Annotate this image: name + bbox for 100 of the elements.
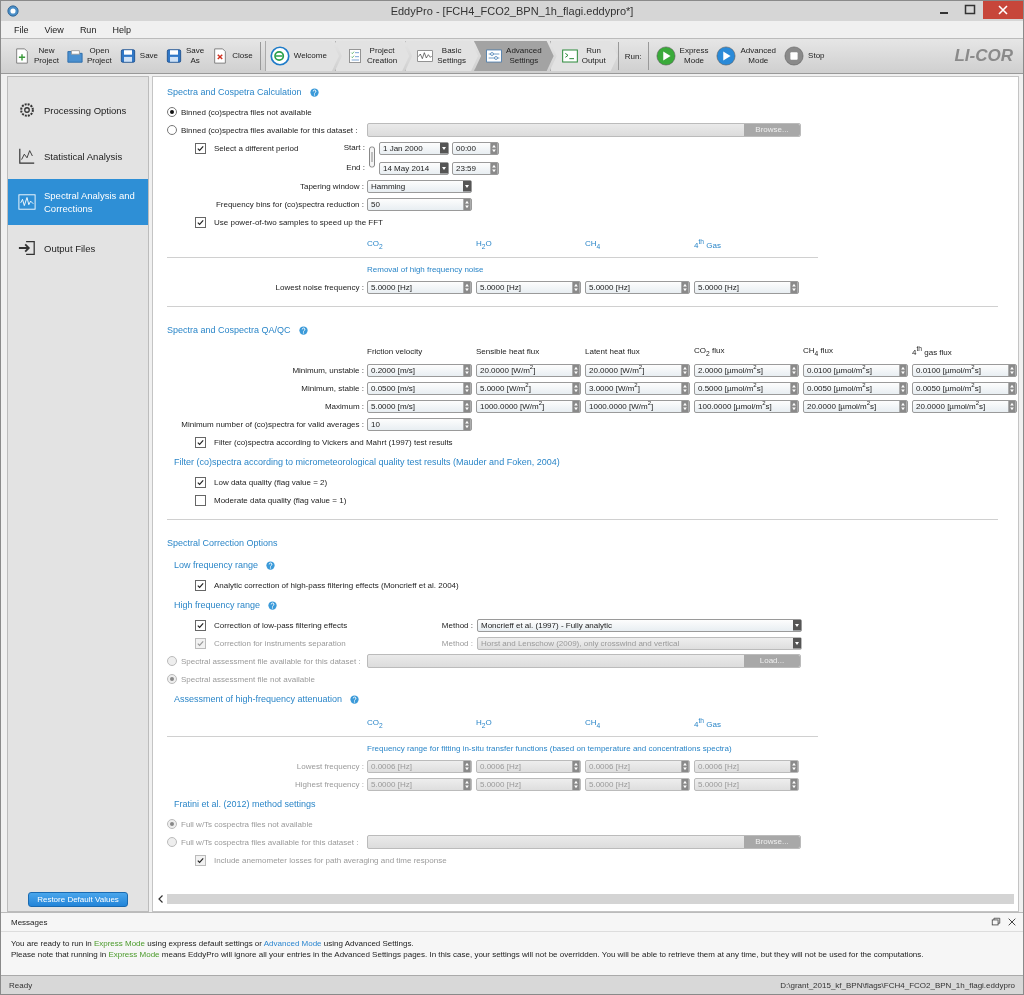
field-label: Lowest frequency : xyxy=(295,761,365,771)
checkbox-label: Analytic correction of high-pass filtering effects (Moncrieff et al. 2004) xyxy=(214,580,459,590)
horizontal-scrollbar[interactable] xyxy=(157,893,1014,905)
step-tab[interactable]: Run Output xyxy=(549,41,618,71)
menu-item[interactable]: File xyxy=(7,24,36,35)
radio-label: Binned (co)spectra files not available xyxy=(181,107,312,117)
checkbox[interactable] xyxy=(195,579,206,591)
field-label: Minimum, stable : xyxy=(300,383,365,393)
column-heading: 4$^{th}$ Gas xyxy=(694,238,722,250)
help-icon[interactable] xyxy=(309,87,319,97)
step-tab[interactable]: Welcome xyxy=(264,41,339,71)
step-tab[interactable]: Basic Settings xyxy=(405,41,479,71)
toolbar-button[interactable]: Save xyxy=(116,41,162,71)
toolbar-button[interactable]: Express Mode xyxy=(652,41,712,71)
time-spinbox[interactable]: 23:59 xyxy=(452,161,499,175)
close-icon[interactable] xyxy=(1007,917,1017,927)
checkbox[interactable] xyxy=(195,494,206,506)
spinbox[interactable]: 0.0100 [µmol/m$^{2}$s] xyxy=(803,363,908,377)
spinbox[interactable]: 0.0500 [m/s] xyxy=(367,381,472,395)
date-dropdown[interactable]: 1 Jan 2000 xyxy=(379,141,449,155)
link-bracket-icon[interactable] xyxy=(369,143,375,171)
radio-button[interactable] xyxy=(167,125,177,135)
spinbox[interactable]: 5.0000 [Hz] xyxy=(585,280,690,294)
logo-circle-icon xyxy=(269,46,290,66)
column-heading: CH$_{4}$ flux xyxy=(803,345,834,357)
section-heading: Spectra and Cospectra QA/QC xyxy=(167,325,291,335)
help-icon[interactable] xyxy=(268,600,278,610)
spinbox[interactable]: 0.0050 [µmol/m$^{2}$s] xyxy=(803,381,908,395)
menu-item[interactable]: Run xyxy=(72,24,104,35)
spinbox[interactable]: 50 xyxy=(367,197,472,211)
checkbox[interactable] xyxy=(195,142,206,154)
play-icon xyxy=(716,46,737,66)
spinbox[interactable]: 5.0000 [Hz] xyxy=(476,280,581,294)
menu-item[interactable]: Help xyxy=(105,24,138,35)
close-icon[interactable] xyxy=(983,1,1023,19)
sidebar-item[interactable]: Processing Options xyxy=(8,87,148,133)
radio-button[interactable] xyxy=(167,107,177,117)
spinbox[interactable]: 0.0050 [µmol/m$^{2}$s] xyxy=(912,381,1017,395)
spinbox[interactable]: 0.5000 [µmol/m$^{2}$s] xyxy=(694,381,799,395)
radio-label: Full w/Ts cospectra files available for this dataset : xyxy=(181,837,359,847)
spinbox[interactable]: 5.0000 [m/s] xyxy=(367,399,472,413)
spinbox[interactable]: 3.0000 [W/m$^{2}$] xyxy=(585,381,690,395)
step-tab[interactable]: Project Creation xyxy=(334,41,410,71)
spinbox[interactable]: 20.0000 [W/m$^{2}$] xyxy=(585,363,690,377)
toolbar-button[interactable]: Save As xyxy=(163,41,208,71)
group-caption: Removal of high frequency noise xyxy=(367,264,484,274)
column-heading: 4$^{th}$ Gas xyxy=(694,717,722,729)
spinbox[interactable]: 1000.0000 [W/m$^{2}$] xyxy=(585,399,690,413)
step-tab[interactable]: Advanced Settings xyxy=(474,41,554,71)
checkbox[interactable] xyxy=(195,619,206,631)
field-label: Tapering window : xyxy=(298,181,365,191)
toolbar-button[interactable]: Close xyxy=(209,41,256,71)
spinbox[interactable]: 1000.0000 [W/m$^{2}$] xyxy=(476,399,581,413)
time-spinbox[interactable]: 00:00 xyxy=(452,141,499,155)
help-icon[interactable] xyxy=(298,325,308,335)
column-heading: H$_{2}$O xyxy=(476,717,493,729)
document-x-icon xyxy=(212,48,229,64)
dropdown[interactable]: Hamming xyxy=(367,179,472,193)
toolbar-button[interactable]: Open Project xyxy=(63,41,115,71)
play-icon xyxy=(655,46,676,66)
toolbar-button[interactable]: Advanced Mode xyxy=(713,41,780,71)
stepper-icon xyxy=(463,778,471,790)
gear-icon xyxy=(18,101,36,119)
stepper-icon xyxy=(790,364,798,376)
help-icon[interactable] xyxy=(350,694,360,704)
spinbox[interactable]: 20.0000 [µmol/m$^{2}$s] xyxy=(912,399,1017,413)
waveform-icon xyxy=(18,193,36,211)
undock-icon[interactable] xyxy=(991,917,1001,927)
stop-icon xyxy=(784,46,805,66)
field-label: Minimum, unstable : xyxy=(291,365,365,375)
spinbox[interactable]: 5.0000 [Hz] xyxy=(694,280,799,294)
stepper-icon xyxy=(572,281,580,293)
sidebar-item[interactable]: Statistical Analysis xyxy=(8,133,148,179)
spinbox[interactable]: 5.0000 [W/m$^{2}$] xyxy=(476,381,581,395)
spinbox[interactable]: 20.0000 [W/m$^{2}$] xyxy=(476,363,581,377)
menu-item[interactable]: View xyxy=(37,24,71,35)
column-heading: H$_{2}$O xyxy=(476,238,493,250)
toolbar-button[interactable]: New Project xyxy=(11,41,62,71)
date-dropdown[interactable]: 14 May 2014 xyxy=(379,161,449,175)
spinbox[interactable]: 100.0000 [µmol/m$^{2}$s] xyxy=(694,399,799,413)
stepper-icon xyxy=(681,364,689,376)
spinbox[interactable]: 0.0100 [µmol/m$^{2}$s] xyxy=(912,363,1017,377)
radio-label: Full w/Ts cospectra files not available xyxy=(181,819,313,829)
window-title: EddyPro - [FCH4_FCO2_BPN_1h_flagi.eddypro*] xyxy=(390,5,634,17)
scroll-left-icon[interactable] xyxy=(157,894,165,904)
checkbox[interactable] xyxy=(195,476,206,488)
spinbox[interactable]: 0.2000 [m/s] xyxy=(367,363,472,377)
stepper-icon xyxy=(899,382,907,394)
section-heading: Assessment of high-frequency attenuation xyxy=(174,694,343,704)
help-icon[interactable] xyxy=(266,560,276,570)
checkbox[interactable] xyxy=(195,436,206,448)
spinbox[interactable]: 20.0000 [µmol/m$^{2}$s] xyxy=(803,399,908,413)
spinbox[interactable]: 10 xyxy=(367,417,472,431)
toolbar-button[interactable]: Stop xyxy=(781,41,828,71)
checkbox[interactable] xyxy=(195,216,206,228)
method-dropdown[interactable]: Moncrieff et al. (1997) - Fully analytic xyxy=(477,618,802,632)
spinbox[interactable]: 5.0000 [Hz] xyxy=(367,280,472,294)
stepper-icon xyxy=(681,281,689,293)
sidebar-item[interactable]: Output Files xyxy=(8,225,148,271)
spinbox[interactable]: 2.0000 [µmol/m$^{2}$s] xyxy=(694,363,799,377)
